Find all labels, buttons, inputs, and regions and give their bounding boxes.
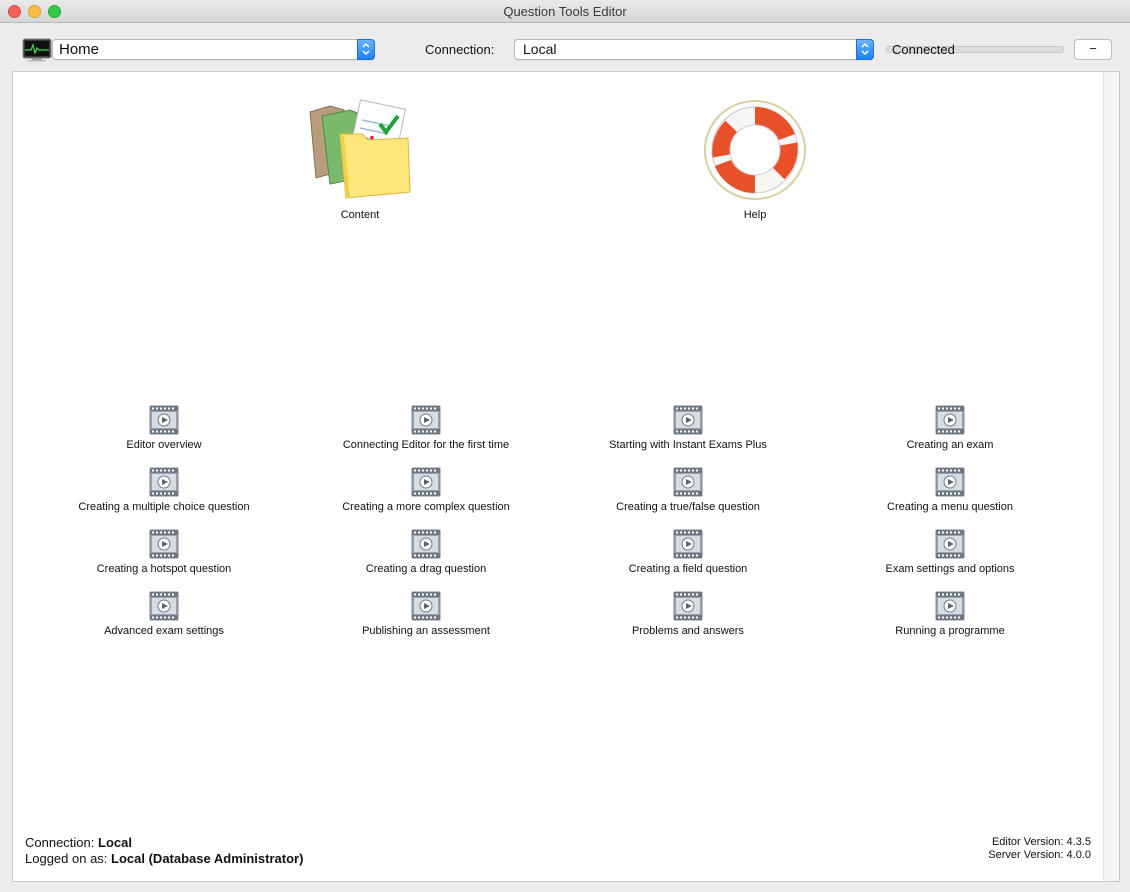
app-window: Question Tools Editor Home Connection: L… [0, 0, 1130, 892]
tutorial-video-label: Creating a menu question [887, 501, 1013, 513]
video-play-icon [149, 467, 179, 497]
chevron-updown-icon [357, 39, 375, 60]
title-bar: Question Tools Editor [0, 0, 1130, 23]
tutorial-video-label: Starting with Instant Exams Plus [609, 439, 767, 451]
editor-version: Editor Version: 4.3.5 [991, 836, 1091, 848]
logged-on-line: Logged on as: Local (Database Administra… [25, 851, 303, 867]
tutorial-video-item[interactable]: Exam settings and options [830, 529, 1070, 575]
tutorial-video-label: Running a programme [895, 625, 1005, 637]
tutorial-video-label: Publishing an assessment [362, 625, 490, 637]
tutorial-video-label: Creating a more complex question [342, 501, 510, 513]
tutorial-video-item[interactable]: Creating a true/false question [568, 467, 808, 513]
version-info: Editor Version: 4.3.5 Server Version: 4.… [988, 836, 1091, 862]
video-play-icon [411, 591, 441, 621]
tutorial-video-label: Advanced exam settings [104, 625, 224, 637]
tutorial-video-label: Creating an exam [906, 439, 994, 451]
tutorial-video-label: Editor overview [126, 439, 202, 451]
video-play-icon [411, 467, 441, 497]
video-play-icon [935, 467, 965, 497]
tutorial-video-label: Creating a drag question [365, 563, 487, 575]
connection-info-value: Local [98, 835, 132, 850]
tutorial-video-item[interactable]: Creating a menu question [830, 467, 1070, 513]
chevron-updown-icon [856, 39, 874, 60]
activity-monitor-icon [22, 38, 52, 62]
tutorial-video-label: Problems and answers [632, 625, 744, 637]
logged-on-prefix: Logged on as: [25, 851, 112, 866]
video-play-icon [673, 467, 703, 497]
tutorial-video-label: Creating a field question [628, 563, 748, 575]
help-tile-label: Help [743, 209, 767, 221]
video-play-icon [673, 405, 703, 435]
vertical-scrollbar[interactable] [1103, 72, 1119, 881]
video-play-icon [673, 529, 703, 559]
video-play-icon [149, 405, 179, 435]
tutorial-video-item[interactable]: Publishing an assessment [306, 591, 546, 637]
video-play-icon [149, 529, 179, 559]
page-select-value: Home [59, 41, 100, 58]
tutorial-video-item[interactable]: Running a programme [830, 591, 1070, 637]
tutorial-video-item[interactable]: Starting with Instant Exams Plus [568, 405, 808, 451]
content-tile[interactable]: Content [270, 98, 450, 221]
tutorial-video-item[interactable]: Creating a more complex question [306, 467, 546, 513]
tutorial-video-item[interactable]: Creating an exam [830, 405, 1070, 451]
connection-info: Connection: Local Logged on as: Local (D… [25, 835, 303, 867]
connection-select[interactable]: Local [514, 39, 874, 60]
tutorial-video-label: Creating a hotspot question [96, 563, 232, 575]
tutorial-video-item[interactable]: Editor overview [44, 405, 284, 451]
video-play-icon [935, 405, 965, 435]
window-title: Question Tools Editor [503, 4, 627, 19]
video-play-icon [935, 529, 965, 559]
tutorial-video-label: Exam settings and options [885, 563, 1015, 575]
connection-info-line: Connection: Local [25, 835, 303, 851]
logged-on-value: Local (Database Administrator) [111, 851, 304, 866]
tutorial-video-label: Connecting Editor for the first time [342, 439, 510, 451]
tutorial-video-item[interactable]: Creating a field question [568, 529, 808, 575]
tutorial-video-item[interactable]: Creating a multiple choice question [44, 467, 284, 513]
tutorial-video-item[interactable]: Advanced exam settings [44, 591, 284, 637]
connection-select-value: Local [523, 41, 557, 57]
folders-icon [309, 99, 411, 199]
video-play-icon [935, 591, 965, 621]
tutorial-video-item[interactable]: Creating a hotspot question [44, 529, 284, 575]
collapse-button[interactable]: − [1074, 39, 1112, 60]
video-play-icon [149, 591, 179, 621]
help-tile[interactable]: Help [665, 98, 845, 221]
content-tile-label: Content [340, 209, 380, 221]
tutorial-video-label: Creating a multiple choice question [78, 501, 250, 513]
server-version: Server Version: 4.0.0 [988, 849, 1091, 861]
connection-status: Connected [892, 42, 955, 57]
tutorial-video-label: Creating a true/false question [616, 501, 760, 513]
connection-info-prefix: Connection: [25, 835, 98, 850]
video-play-icon [673, 591, 703, 621]
tutorial-video-item[interactable]: Connecting Editor for the first time [306, 405, 546, 451]
page-select[interactable]: Home [52, 39, 375, 60]
home-panel: Content Help Editor overview Connecting E… [12, 71, 1120, 882]
video-play-icon [411, 405, 441, 435]
tutorial-video-item[interactable]: Creating a drag question [306, 529, 546, 575]
video-play-icon [411, 529, 441, 559]
tutorial-video-item[interactable]: Problems and answers [568, 591, 808, 637]
connection-label: Connection: [425, 42, 495, 57]
lifebuoy-icon [704, 100, 806, 200]
